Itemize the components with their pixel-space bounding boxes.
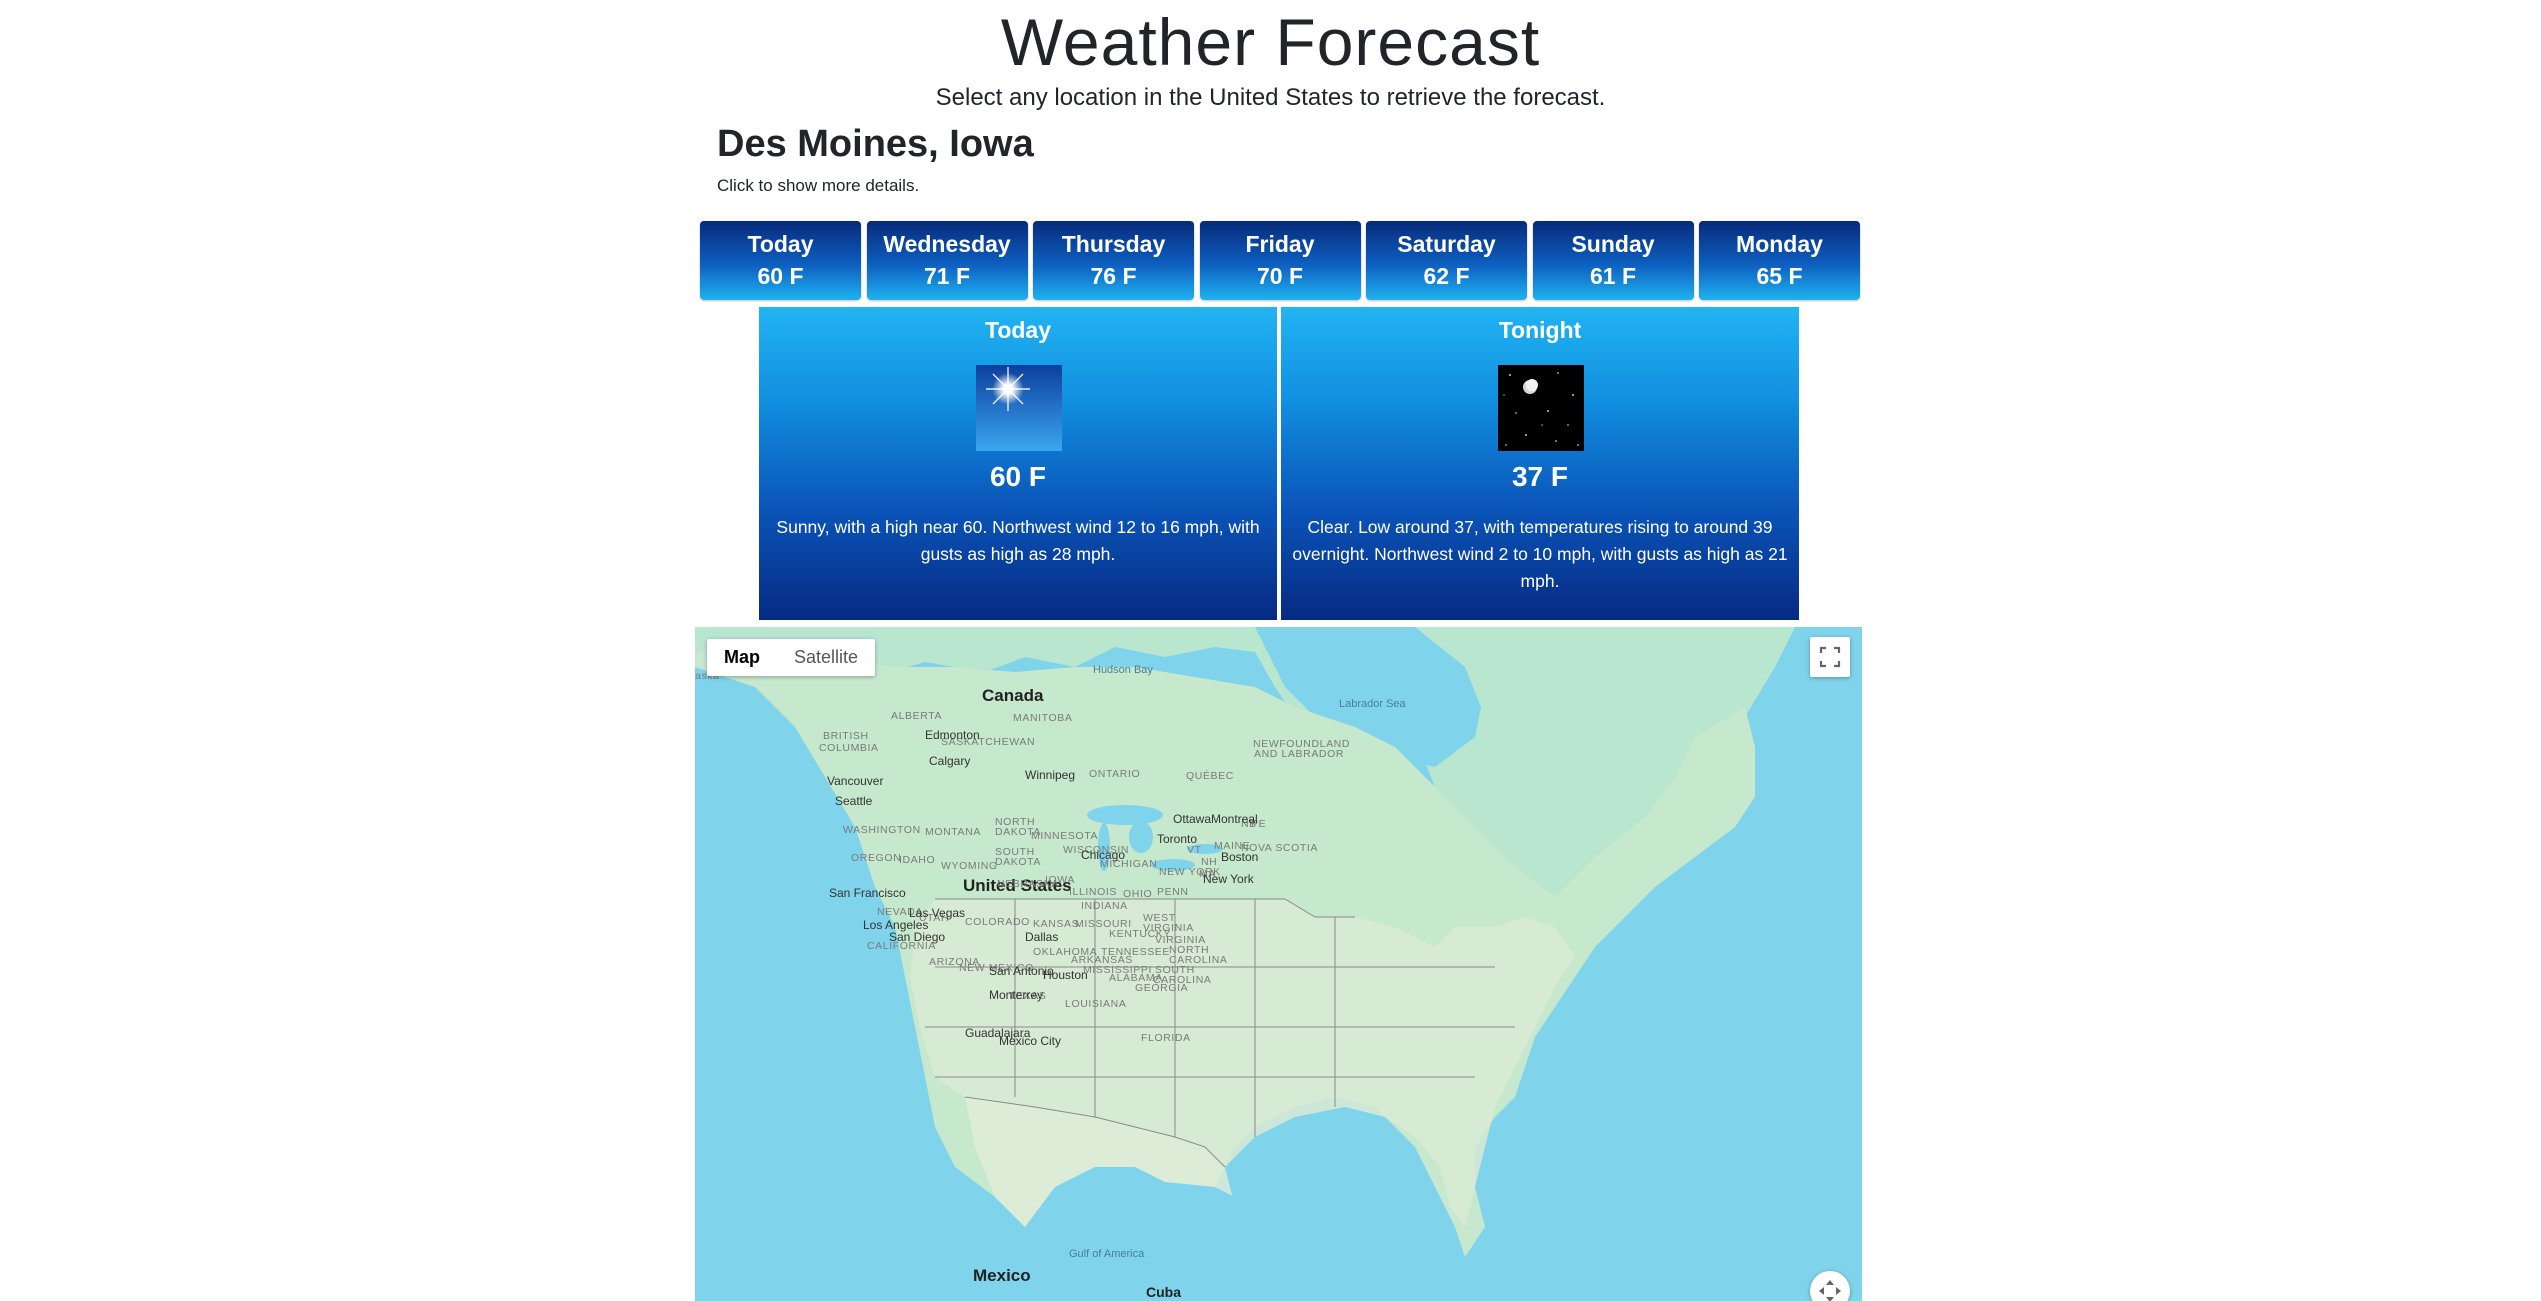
- page: Weather Forecast Select any location in …: [0, 0, 2541, 1301]
- fullscreen-button[interactable]: [1810, 637, 1850, 677]
- camera-control-button[interactable]: [1810, 1271, 1850, 1301]
- page-title: Weather Forecast: [1000, 5, 1541, 79]
- period-temp: 37 F: [1511, 461, 1569, 492]
- day-card-today[interactable]: Today 60 F: [700, 221, 861, 300]
- day-card-friday[interactable]: Friday 70 F: [1199, 221, 1361, 300]
- details-hint: Click to show more details.: [717, 176, 920, 195]
- day-card-thursday[interactable]: Thursday 76 F: [1033, 221, 1194, 300]
- sun-icon: [976, 365, 1062, 451]
- day-temp: 60 F: [757, 262, 804, 289]
- day-temp: 76 F: [1090, 262, 1137, 289]
- day-temp: 65 F: [1756, 262, 1803, 289]
- day-name: Wednesday: [883, 230, 1011, 257]
- page-subtitle: Select any location in the United States…: [935, 84, 1606, 111]
- period-card-today: Today 60 F Sunny, with a high near 60. N…: [759, 307, 1277, 620]
- move-arrows-icon: [1819, 1280, 1841, 1301]
- day-name: Friday: [1245, 230, 1315, 257]
- period-name: Tonight: [1498, 317, 1582, 343]
- day-temp: 62 F: [1423, 262, 1470, 289]
- day-card-saturday[interactable]: Saturday 62 F: [1366, 221, 1527, 300]
- moon-icon: [1498, 365, 1584, 451]
- day-name: Saturday: [1397, 230, 1496, 257]
- map-type-satellite-button[interactable]: Satellite: [777, 639, 875, 676]
- day-temp: 70 F: [1256, 262, 1304, 289]
- day-name: Monday: [1736, 230, 1823, 257]
- location-name: Des Moines, Iowa: [717, 123, 1034, 165]
- map-type-map-button[interactable]: Map: [707, 639, 777, 676]
- day-name: Today: [747, 230, 814, 257]
- period-description: Sunny, with a high near 60. Northwest wi…: [776, 517, 1260, 564]
- day-card-wednesday[interactable]: Wednesday 71 F: [866, 221, 1028, 300]
- day-name: Sunday: [1571, 230, 1655, 257]
- map-type-control: Map Satellite: [707, 639, 876, 676]
- day-card-sunday[interactable]: Sunday 61 F: [1532, 221, 1694, 300]
- map-canvas[interactable]: [695, 627, 1862, 1301]
- period-name: Today: [984, 317, 1052, 343]
- map-view[interactable]: Canada United States Mexico Cuba Hudson …: [695, 627, 1862, 1301]
- period-details: Today 60 F Sunny, with a high near 60. N…: [759, 307, 1799, 620]
- fullscreen-icon: [1819, 646, 1841, 668]
- period-card-tonight: Tonight 37 F Clear. Low around 37, with …: [1281, 307, 1799, 620]
- daily-forecast-bar: Today 60 F Wednesday 71 F Thursday 76 F …: [700, 221, 1860, 301]
- day-temp: 61 F: [1589, 262, 1637, 289]
- day-name: Thursday: [1061, 230, 1166, 257]
- day-temp: 71 F: [923, 262, 971, 289]
- period-description: Clear. Low around 37, with temperatures …: [1292, 517, 1788, 591]
- day-card-monday[interactable]: Monday 65 F: [1699, 221, 1860, 300]
- period-temp: 60 F: [989, 461, 1047, 492]
